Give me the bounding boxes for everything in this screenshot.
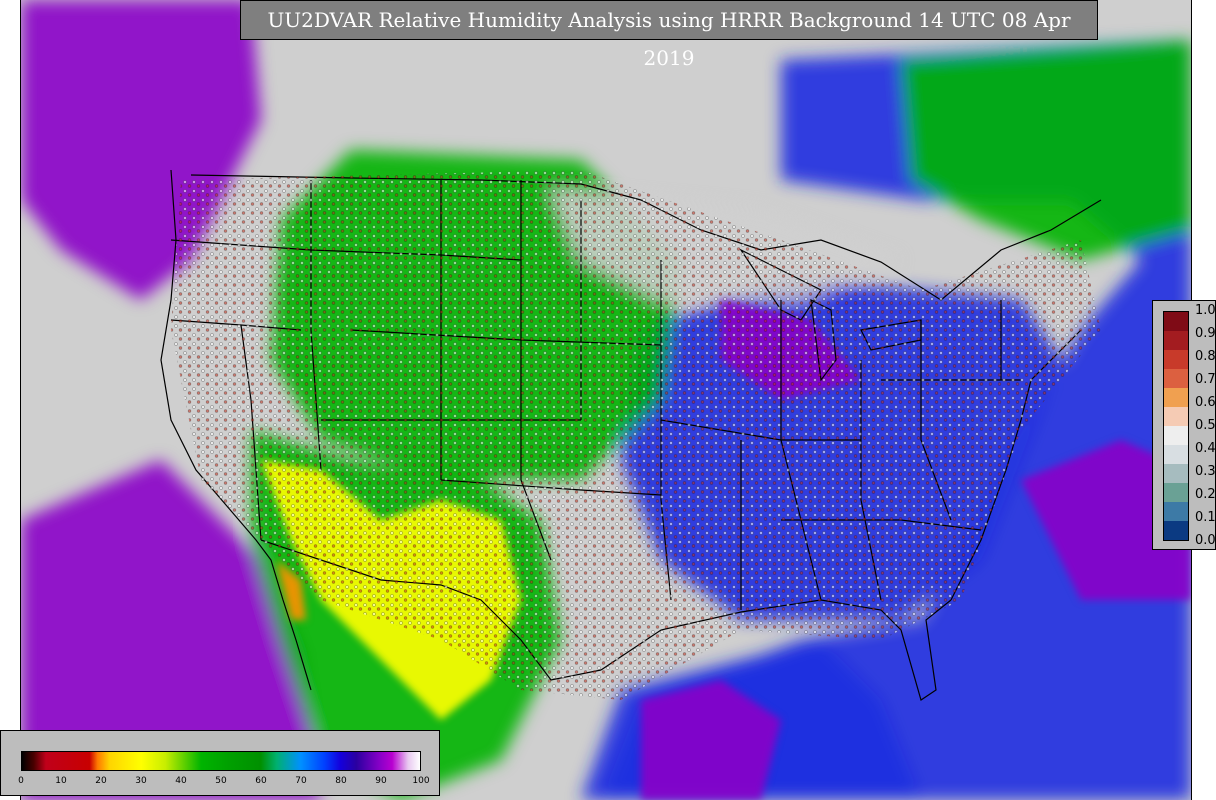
rh-tick-label: 0 — [18, 776, 24, 786]
obs-tick-label: 0.3 — [1195, 464, 1216, 479]
rh-tick-label: 60 — [255, 776, 267, 786]
obs-tick-label: 0.6 — [1195, 395, 1216, 410]
obs-colorbar-segment — [1164, 445, 1188, 465]
obs-colorbar-segment — [1164, 502, 1188, 522]
rh-analysis-map — [20, 0, 1192, 800]
obs-tick-label: 0.1 — [1195, 510, 1216, 525]
rh-tick-label: 20 — [95, 776, 107, 786]
rh-tick-label: 80 — [335, 776, 347, 786]
obs-tick-label: 0.2 — [1195, 487, 1216, 502]
rh-tick-label: 70 — [295, 776, 307, 786]
obs-colorbar-segments — [1163, 311, 1189, 541]
map-canvas — [21, 0, 1191, 800]
obs-colorbar-segment — [1164, 350, 1188, 370]
obs-colorbar-segment — [1164, 426, 1188, 446]
obs-colorbar-segment — [1164, 369, 1188, 389]
obs-colorbar-segment — [1164, 483, 1188, 503]
obs-colorbar: 1.0 0.9 0.8 0.7 0.6 0.5 0.4 0.3 0.2 0.1 0.0 — [1152, 300, 1216, 550]
obs-tick-label: 1.0 — [1195, 303, 1216, 318]
map-title: UU2DVAR Relative Humidity Analysis using… — [240, 0, 1098, 70]
rh-colorbar: 0 10 20 30 40 50 60 70 80 90 100 — [0, 730, 440, 796]
obs-tick-label: 0.9 — [1195, 326, 1216, 341]
rh-tick-label: 30 — [135, 776, 147, 786]
rh-tick-label: 100 — [412, 776, 430, 786]
obs-tick-label: 0.4 — [1195, 441, 1216, 456]
obs-tick-label: 0.0 — [1195, 533, 1216, 548]
obs-colorbar-segment — [1164, 464, 1188, 484]
obs-colorbar-segment — [1164, 521, 1188, 540]
rh-tick-label: 90 — [375, 776, 387, 786]
obs-colorbar-segment — [1164, 312, 1188, 332]
rh-tick-label: 10 — [55, 776, 67, 786]
obs-tick-label: 0.7 — [1195, 372, 1216, 387]
rh-colorbar-gradient — [21, 751, 421, 771]
obs-tick-label: 0.8 — [1195, 349, 1216, 364]
rh-tick-label: 50 — [215, 776, 227, 786]
obs-colorbar-segment — [1164, 331, 1188, 351]
obs-colorbar-segment — [1164, 388, 1188, 408]
rh-tick-label: 40 — [175, 776, 187, 786]
obs-colorbar-segment — [1164, 407, 1188, 427]
obs-tick-label: 0.5 — [1195, 418, 1216, 433]
